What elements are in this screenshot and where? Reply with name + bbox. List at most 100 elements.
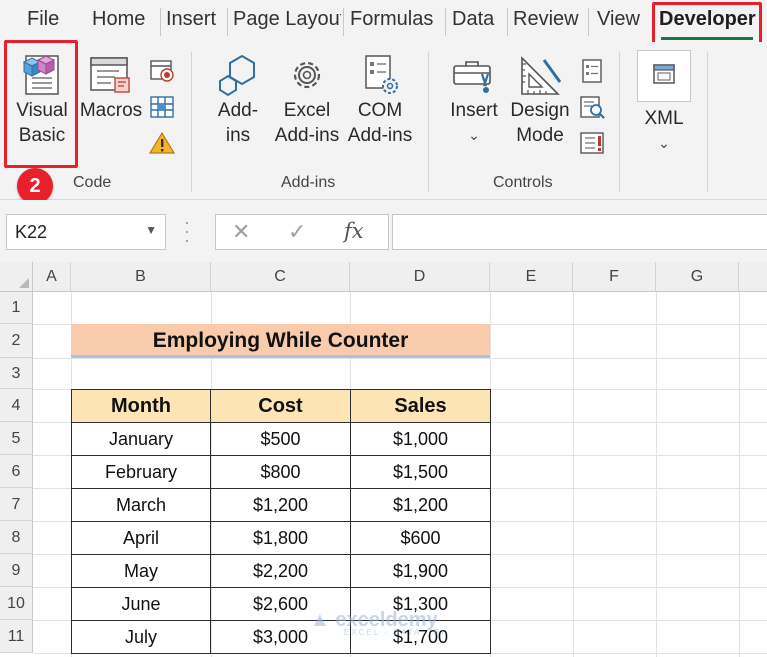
cell-month[interactable]: February — [71, 455, 211, 489]
xml-button[interactable]: XML ⌄ — [636, 106, 692, 156]
macros-button[interactable]: Macros — [78, 52, 144, 123]
xml-source-icon — [653, 64, 675, 84]
com-addins-icon — [365, 55, 398, 94]
cell-month[interactable]: January — [71, 422, 211, 456]
xml-label: XML — [644, 108, 684, 129]
triangle-ruler-icon — [521, 56, 562, 95]
chevron-down-icon: ⌄ — [658, 135, 670, 151]
excel-addins-button[interactable]: Excel Add-ins — [272, 52, 342, 148]
row-header-2[interactable]: 2 — [0, 324, 33, 358]
gear-icon — [293, 61, 321, 89]
tab-review[interactable]: Review — [513, 8, 579, 31]
design-mode-label-line1: Design — [510, 100, 570, 121]
addins-hexagon-icon — [219, 54, 255, 97]
tab-home[interactable]: Home — [92, 8, 145, 31]
record-macro-icon[interactable] — [148, 58, 176, 84]
gridline — [656, 292, 657, 657]
cell-month[interactable]: June — [71, 587, 211, 621]
cell-sales[interactable]: $1,500 — [350, 455, 491, 489]
controls-group-label: Controls — [493, 174, 553, 191]
column-header-f[interactable]: F — [573, 262, 656, 292]
cell-cost[interactable]: $800 — [210, 455, 351, 489]
column-header-h[interactable] — [739, 262, 767, 292]
watermark: ▲ exceldemy EXCEL · DATA · BI — [310, 609, 445, 637]
properties-icon[interactable] — [578, 58, 606, 84]
formula-bar-grip-icon[interactable]: · · · — [184, 213, 190, 249]
macro-security-icon[interactable] — [148, 130, 176, 156]
sheet-title-cell[interactable]: Employing While Counter — [71, 324, 490, 358]
run-dialog-icon[interactable] — [578, 130, 606, 156]
column-header-c[interactable]: C — [211, 262, 350, 292]
header-cost[interactable]: Cost — [210, 389, 351, 423]
dropdown-arrow-icon[interactable]: ▼ — [145, 223, 157, 237]
xml-source-button[interactable] — [637, 50, 691, 102]
enter-check-icon[interactable]: ✓ — [288, 219, 306, 245]
row-header-8[interactable]: 8 — [0, 521, 33, 554]
addins-group-label: Add-ins — [281, 174, 336, 191]
row-header-1[interactable]: 1 — [0, 292, 33, 324]
excel-addins-label-line2: Add-ins — [274, 125, 340, 146]
column-header-a[interactable]: A — [33, 262, 71, 292]
name-box[interactable]: K22 ▼ — [6, 214, 166, 250]
row-header-11[interactable]: 11 — [0, 620, 33, 653]
tab-view[interactable]: View — [597, 8, 640, 31]
row-header-5[interactable]: 5 — [0, 422, 33, 455]
addins-label-line2: ins — [225, 125, 251, 146]
cell-month[interactable]: May — [71, 554, 211, 588]
row-header-9[interactable]: 9 — [0, 554, 33, 587]
table-row: January $500 $1,000 — [71, 422, 491, 456]
cell-month[interactable]: April — [71, 521, 211, 555]
select-all-button[interactable] — [0, 262, 33, 292]
tab-page-layout[interactable]: Page Layout — [233, 8, 341, 31]
header-sales[interactable]: Sales — [350, 389, 491, 423]
toolbox-icon — [453, 61, 491, 93]
tab-data[interactable]: Data — [452, 8, 494, 31]
column-header-d[interactable]: D — [350, 262, 490, 292]
tab-file[interactable]: File — [27, 8, 59, 31]
header-month[interactable]: Month — [71, 389, 211, 423]
row-header-7[interactable]: 7 — [0, 488, 33, 521]
excel-addins-label-line1: Excel — [283, 100, 331, 121]
tab-formulas[interactable]: Formulas — [350, 8, 433, 31]
addins-button[interactable]: Add- ins — [206, 52, 270, 148]
view-code-icon[interactable] — [578, 94, 606, 120]
cell-sales[interactable]: $1,000 — [350, 422, 491, 456]
watermark-logo-icon: ▲ — [310, 609, 330, 631]
design-mode-button[interactable]: Design Mode — [508, 52, 572, 148]
row-header-4[interactable]: 4 — [0, 389, 33, 422]
com-addins-button[interactable]: COM Add-ins — [345, 52, 415, 148]
relative-references-icon[interactable] — [148, 94, 176, 120]
cell-sales[interactable]: $1,200 — [350, 488, 491, 522]
insert-function-icon[interactable]: fx — [344, 219, 364, 243]
column-header-b[interactable]: B — [71, 262, 211, 292]
name-box-value: K22 — [15, 222, 48, 242]
design-mode-label-line2: Mode — [516, 125, 564, 146]
tab-separator — [507, 8, 508, 36]
column-header-e[interactable]: E — [490, 262, 573, 292]
cell-cost[interactable]: $1,200 — [210, 488, 351, 522]
table-row: March $1,200 $1,200 — [71, 488, 491, 522]
code-group-label: Code — [73, 174, 112, 191]
group-separator — [619, 52, 620, 192]
column-header-g[interactable]: G — [656, 262, 739, 292]
worksheet-grid[interactable]: A B C D E F G 1 2 3 4 5 6 7 8 9 10 11 Em… — [0, 262, 767, 657]
table-row: February $800 $1,500 — [71, 455, 491, 489]
cell-sales[interactable]: $600 — [350, 521, 491, 555]
cell-cost[interactable]: $1,800 — [210, 521, 351, 555]
cell-sales[interactable]: $1,900 — [350, 554, 491, 588]
row-header-6[interactable]: 6 — [0, 455, 33, 488]
insert-controls-button[interactable]: Insert ⌄ — [440, 52, 508, 148]
cell-cost[interactable]: $500 — [210, 422, 351, 456]
row-header-10[interactable]: 10 — [0, 587, 33, 620]
cell-month[interactable]: July — [71, 620, 211, 654]
tab-insert[interactable]: Insert — [166, 8, 216, 31]
row-header-3[interactable]: 3 — [0, 358, 33, 389]
gridline — [739, 292, 740, 657]
watermark-tagline: EXCEL · DATA · BI — [344, 628, 446, 637]
com-addins-label-line1: COM — [357, 100, 403, 121]
cell-cost[interactable]: $2,200 — [210, 554, 351, 588]
visual-basic-highlight — [4, 40, 78, 168]
cancel-icon[interactable]: ✕ — [232, 219, 250, 245]
cell-month[interactable]: March — [71, 488, 211, 522]
formula-input[interactable] — [392, 214, 767, 250]
